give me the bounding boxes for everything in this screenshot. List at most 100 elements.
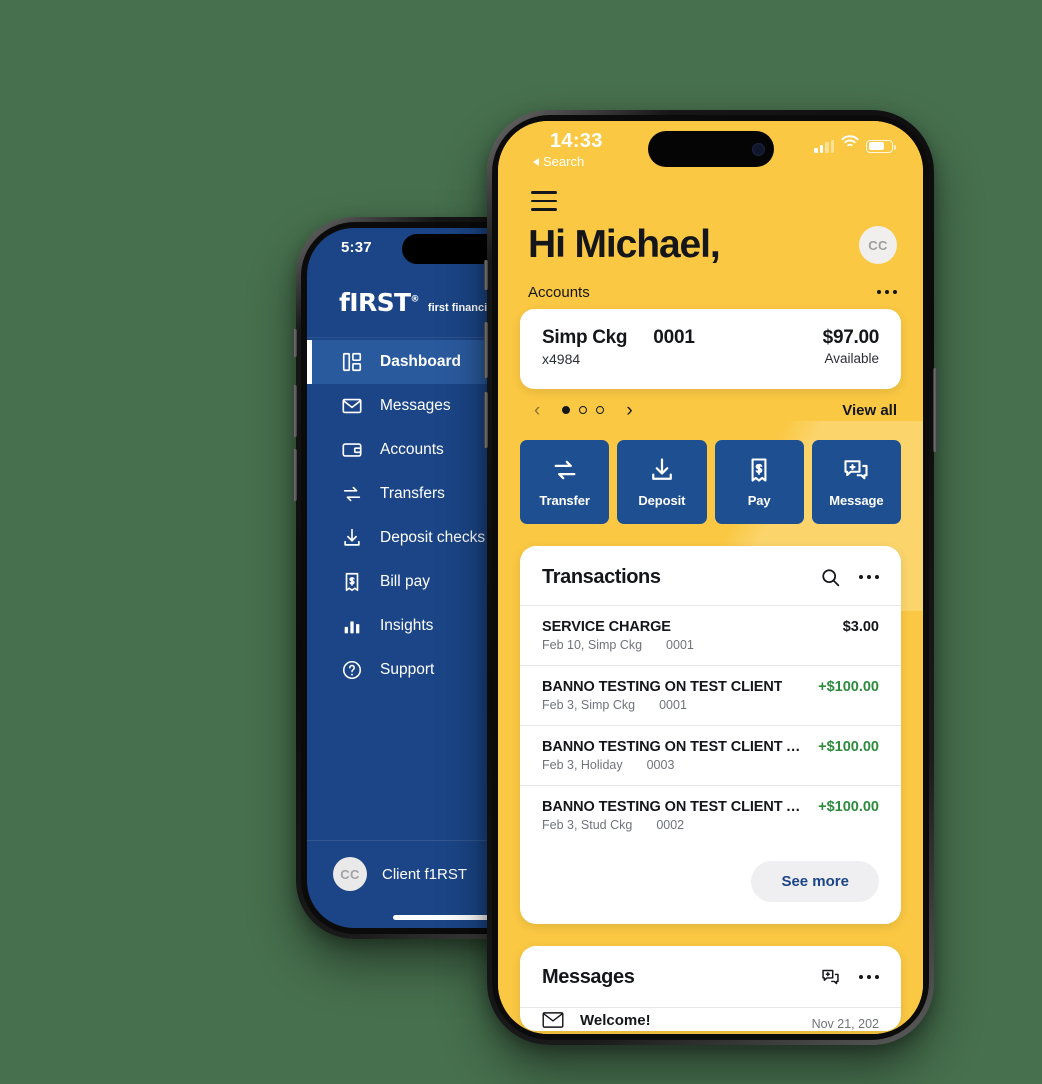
account-card-left: Simp Ckg x4984 0001 <box>542 327 695 367</box>
transaction-account: 0003 <box>646 757 675 772</box>
bill-receipt-icon <box>341 571 363 593</box>
pay-button[interactable]: Pay <box>714 439 804 524</box>
deposit-download-icon <box>341 527 363 549</box>
quick-action-label: Transfer <box>539 492 590 508</box>
brand-logo-text: fIRST <box>339 288 411 317</box>
messages-title: Messages <box>542 965 635 988</box>
avatar: CC <box>333 857 367 891</box>
status-system-icons <box>814 135 896 153</box>
table-row[interactable]: SERVICE CHARGE $3.00 Feb 10, Simp Ckg 00… <box>520 604 901 665</box>
see-more-button[interactable]: See more <box>751 860 879 902</box>
back-label: Search <box>543 154 585 169</box>
screenshot-stage: 5:37 fIRST® first financi Dashboard Mess… <box>0 0 1042 1084</box>
transaction-name: BANNO TESTING ON TEST CLIENT ACC... <box>542 798 807 815</box>
mute-switch-button[interactable] <box>484 260 488 290</box>
transaction-amount: +$100.00 <box>818 738 879 755</box>
front-phone-device: 14:33 Search Hi Michael, CC Accounts Sim… <box>484 110 937 1045</box>
status-time: 14:33 <box>550 130 603 152</box>
carousel-dots[interactable] <box>562 406 605 415</box>
back-to-search-link[interactable]: Search <box>533 154 584 169</box>
transaction-account: 0001 <box>659 697 687 712</box>
volume-up-button[interactable] <box>293 385 297 437</box>
battery-icon <box>866 139 896 153</box>
messages-header: Messages <box>520 946 901 1005</box>
sidebar-item-label: Transfers <box>380 485 445 502</box>
transactions-header: Transactions <box>520 546 901 605</box>
table-row[interactable]: BANNO TESTING ON TEST CLIENT ACC... +$10… <box>520 724 901 785</box>
view-all-accounts-link[interactable]: View all <box>842 402 897 419</box>
power-button[interactable] <box>933 368 937 452</box>
carousel-next-button[interactable]: › <box>620 401 638 420</box>
transaction-account: 0001 <box>666 637 694 652</box>
banking-app: 14:33 Search Hi Michael, CC Accounts Sim… <box>498 121 923 1034</box>
transactions-panel: Transactions SERVICE CHARGE $3.00 Feb 10… <box>520 545 901 924</box>
avatar[interactable]: CC <box>859 226 897 265</box>
carousel-dot[interactable] <box>579 406 588 415</box>
transaction-amount: $3.00 <box>842 618 879 635</box>
question-circle-icon <box>341 659 363 681</box>
mute-switch-button[interactable] <box>293 329 297 357</box>
transaction-date: Feb 3, Stud Ckg <box>542 817 633 832</box>
more-options-icon[interactable] <box>858 974 879 980</box>
envelope-icon <box>542 1012 564 1029</box>
bill-receipt-icon <box>745 456 773 484</box>
front-camera-icon <box>751 142 765 156</box>
bar-chart-icon <box>341 615 363 637</box>
table-row[interactable]: BANNO TESTING ON TEST CLIENT +$100.00 Fe… <box>520 664 901 725</box>
messages-panel: Messages Welcome! Nov 21, 202 <box>520 945 901 1032</box>
deposit-button[interactable]: Deposit <box>617 439 707 524</box>
transfer-button[interactable]: Transfer <box>520 439 610 524</box>
transaction-date: Feb 3, Holiday <box>542 757 623 772</box>
more-options-icon[interactable] <box>858 574 879 580</box>
messages-tools <box>820 967 879 988</box>
account-number: 0001 <box>653 326 695 348</box>
quick-action-label: Message <box>829 492 884 508</box>
accounts-section-header: Accounts <box>498 266 923 309</box>
transaction-amount: +$100.00 <box>818 798 879 815</box>
quick-action-label: Deposit <box>638 492 686 508</box>
message-button[interactable]: Message <box>811 439 901 524</box>
message-add-icon[interactable] <box>820 967 841 988</box>
quick-actions-row: Transfer Deposit Pay Message <box>498 420 923 524</box>
dynamic-island <box>647 131 774 167</box>
volume-down-button[interactable] <box>484 392 488 448</box>
transfer-arrows-icon <box>341 483 363 505</box>
sidebar-item-label: Support <box>380 661 435 678</box>
list-item[interactable]: Welcome! Nov 21, 202 <box>520 1006 901 1031</box>
registered-mark-icon: ® <box>410 294 420 305</box>
wallet-icon <box>341 439 363 461</box>
hamburger-menu-icon[interactable] <box>531 191 557 211</box>
sidebar-user-name: Client f1RST <box>382 865 468 883</box>
carousel-dot[interactable] <box>596 406 605 415</box>
table-row[interactable]: BANNO TESTING ON TEST CLIENT ACC... +$10… <box>520 784 901 845</box>
greeting-row: Hi Michael, CC <box>498 211 923 266</box>
accounts-section-title: Accounts <box>528 283 590 301</box>
account-identity: Simp Ckg x4984 <box>542 326 628 367</box>
back-arrow-icon <box>533 157 539 166</box>
volume-down-button[interactable] <box>293 449 297 501</box>
page-title: Hi Michael, <box>528 222 721 266</box>
see-more-row: See more <box>520 845 901 924</box>
back-status-time: 5:37 <box>341 239 372 256</box>
sidebar-item-label: Deposit checks <box>380 529 486 546</box>
transactions-tools <box>820 567 879 588</box>
dashboard-icon <box>341 351 363 373</box>
account-name: Simp Ckg <box>542 326 628 348</box>
transactions-title: Transactions <box>542 565 661 588</box>
account-card[interactable]: Simp Ckg x4984 0001 $97.00 Available <box>520 308 901 389</box>
carousel-dot[interactable] <box>562 406 571 415</box>
account-balance-label: Available <box>824 350 879 366</box>
transaction-name: SERVICE CHARGE <box>542 618 671 635</box>
sidebar-item-label: Bill pay <box>380 573 430 590</box>
brand-logo-mark: fIRST® <box>339 288 420 317</box>
more-options-icon[interactable] <box>876 289 897 295</box>
message-row-left: Welcome! <box>542 1012 651 1029</box>
transaction-name: BANNO TESTING ON TEST CLIENT <box>542 678 783 695</box>
transfer-arrows-icon <box>551 456 579 484</box>
volume-up-button[interactable] <box>484 322 488 378</box>
sidebar-item-label: Dashboard <box>380 353 461 370</box>
brand-tagline: first financi <box>427 302 488 314</box>
transaction-date: Feb 10, Simp Ckg <box>542 637 643 652</box>
carousel-prev-button[interactable]: ‹ <box>528 401 546 420</box>
search-icon[interactable] <box>820 567 841 588</box>
